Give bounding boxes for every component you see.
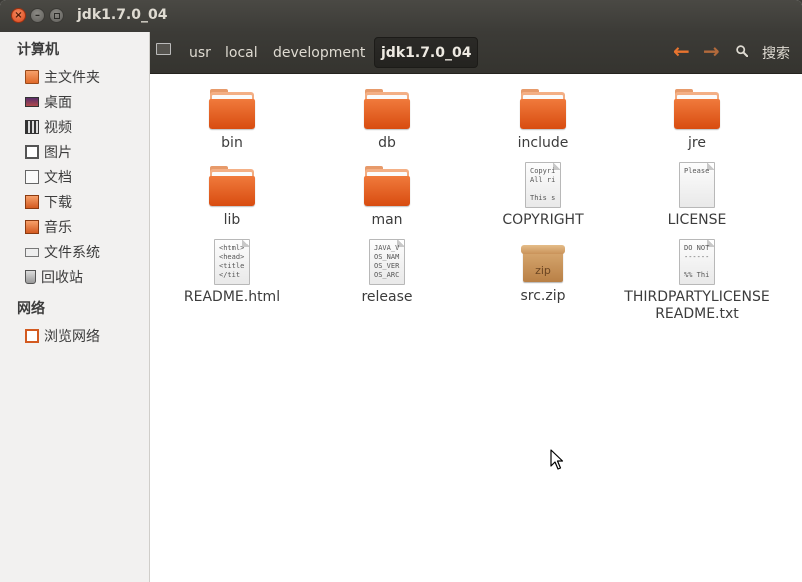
breadcrumb-development[interactable]: development <box>273 37 365 68</box>
sidebar-item-label: 回收站 <box>41 270 83 286</box>
file-name: jre <box>688 135 706 151</box>
file-name: man <box>371 212 403 228</box>
file-preview: DO NOT ------ %% Thi <box>684 244 710 279</box>
breadcrumb-current[interactable]: jdk1.7.0_04 <box>374 37 479 68</box>
window-title: jdk1.7.0_04 <box>77 7 168 23</box>
sidebar-item-music[interactable]: 音乐 <box>25 217 72 237</box>
file-preview: Please <box>684 167 710 175</box>
file-item-release[interactable]: JAVA_V OS_NAM OS_VER OS_ARC release <box>312 239 462 306</box>
sidebar-item-label: 文件系统 <box>44 245 100 261</box>
sidebar-item-label: 音乐 <box>44 220 72 236</box>
folder-icon <box>363 166 411 208</box>
folder-icon <box>363 89 411 131</box>
archive-icon: zip <box>521 242 565 284</box>
trash-icon <box>25 270 36 284</box>
breadcrumb-usr[interactable]: usr <box>189 37 211 68</box>
file-item-include[interactable]: include <box>468 89 618 152</box>
sidebar-item-filesystem[interactable]: 文件系统 <box>25 242 100 262</box>
folder-icon <box>208 89 256 131</box>
file-name: release <box>361 289 413 305</box>
sidebar-item-browse-network[interactable]: 浏览网络 <box>25 326 100 346</box>
desktop-icon <box>25 97 39 107</box>
music-icon <box>25 220 39 234</box>
places-sidebar: 计算机 主文件夹 桌面 视频 图片 文档 下载 音乐 文件系统 回收站 网络 浏… <box>0 32 150 582</box>
file-name: THIRDPARTYLICENSEREADME.txt <box>624 289 770 322</box>
file-name: src.zip <box>520 288 566 304</box>
file-name: COPYRIGHT <box>502 212 584 228</box>
network-icon <box>25 329 39 343</box>
sidebar-heading-network: 网络 <box>17 301 45 317</box>
search-icon[interactable] <box>736 45 748 57</box>
text-file-icon: Please <box>679 162 715 208</box>
sidebar-item-label: 下载 <box>44 195 72 211</box>
sidebar-item-desktop[interactable]: 桌面 <box>25 92 72 112</box>
sidebar-item-downloads[interactable]: 下载 <box>25 192 72 212</box>
file-item-jre[interactable]: jre <box>622 89 772 152</box>
maximize-icon <box>53 12 60 19</box>
folder-icon <box>673 89 721 131</box>
downloads-icon <box>25 195 39 209</box>
file-name: lib <box>223 212 241 228</box>
file-item-lib[interactable]: lib <box>157 166 307 229</box>
pictures-icon <box>25 145 39 159</box>
minimize-icon: – <box>35 9 40 21</box>
filesystem-icon <box>25 247 39 257</box>
file-item-src-zip[interactable]: zip src.zip <box>468 242 618 305</box>
file-preview: <html> <head> <title </tit <box>219 244 245 279</box>
text-file-icon: DO NOT ------ %% Thi <box>679 239 715 285</box>
path-toolbar: usr local development jdk1.7.0_04 ← → 搜索 <box>150 32 802 74</box>
file-preview: JAVA_V OS_NAM OS_VER OS_ARC <box>374 244 400 279</box>
file-item-man[interactable]: man <box>312 166 462 229</box>
file-item-bin[interactable]: bin <box>157 89 307 152</box>
sidebar-item-label: 视频 <box>44 120 72 136</box>
forward-arrow-icon[interactable]: → <box>703 41 720 61</box>
video-icon <box>25 120 39 134</box>
file-name: LICENSE <box>667 212 727 228</box>
maximize-window-button[interactable] <box>49 8 64 23</box>
filesystem-root-icon[interactable] <box>156 43 171 55</box>
file-item-thirdparty-license[interactable]: DO NOT ------ %% Thi THIRDPARTYLICENSERE… <box>622 239 772 323</box>
file-manager-window: × – jdk1.7.0_04 计算机 主文件夹 桌面 视频 图片 文档 下载 <box>0 0 802 582</box>
documents-icon <box>25 170 39 184</box>
minimize-window-button[interactable]: – <box>30 8 45 23</box>
close-icon: × <box>14 9 23 21</box>
file-item-license[interactable]: Please LICENSE <box>622 162 772 229</box>
sidebar-item-label: 文档 <box>44 170 72 186</box>
text-file-icon: <html> <head> <title </tit <box>214 239 250 285</box>
text-file-icon: Copyri All ri This s <box>525 162 561 208</box>
sidebar-item-label: 图片 <box>44 145 72 161</box>
file-name: include <box>517 135 569 151</box>
archive-badge: zip <box>535 264 551 277</box>
mouse-pointer-icon <box>550 449 564 470</box>
sidebar-item-home[interactable]: 主文件夹 <box>25 67 100 87</box>
file-name: db <box>378 135 396 151</box>
home-folder-icon <box>25 70 39 84</box>
folder-icon <box>208 166 256 208</box>
folder-icon <box>519 89 567 131</box>
sidebar-item-videos[interactable]: 视频 <box>25 117 72 137</box>
text-file-icon: JAVA_V OS_NAM OS_VER OS_ARC <box>369 239 405 285</box>
file-item-db[interactable]: db <box>312 89 462 152</box>
sidebar-item-pictures[interactable]: 图片 <box>25 142 72 162</box>
file-item-copyright[interactable]: Copyri All ri This s COPYRIGHT <box>468 162 618 229</box>
file-item-readme-html[interactable]: <html> <head> <title </tit README.html <box>157 239 307 306</box>
sidebar-item-documents[interactable]: 文档 <box>25 167 72 187</box>
file-name: README.html <box>183 289 281 305</box>
sidebar-item-label: 桌面 <box>44 95 72 111</box>
file-grid: bin db include jre lib man Copyri All ri… <box>150 74 802 582</box>
breadcrumb-local[interactable]: local <box>225 37 258 68</box>
search-label[interactable]: 搜索 <box>762 43 790 63</box>
file-name: bin <box>221 135 243 151</box>
back-arrow-icon[interactable]: ← <box>673 41 690 61</box>
file-preview: Copyri All ri This s <box>530 167 556 202</box>
sidebar-heading-computer: 计算机 <box>17 42 59 58</box>
close-window-button[interactable]: × <box>11 8 26 23</box>
sidebar-item-trash[interactable]: 回收站 <box>25 267 83 287</box>
sidebar-item-label: 浏览网络 <box>44 329 100 345</box>
sidebar-item-label: 主文件夹 <box>44 70 100 86</box>
title-bar[interactable]: × – jdk1.7.0_04 <box>0 0 802 32</box>
